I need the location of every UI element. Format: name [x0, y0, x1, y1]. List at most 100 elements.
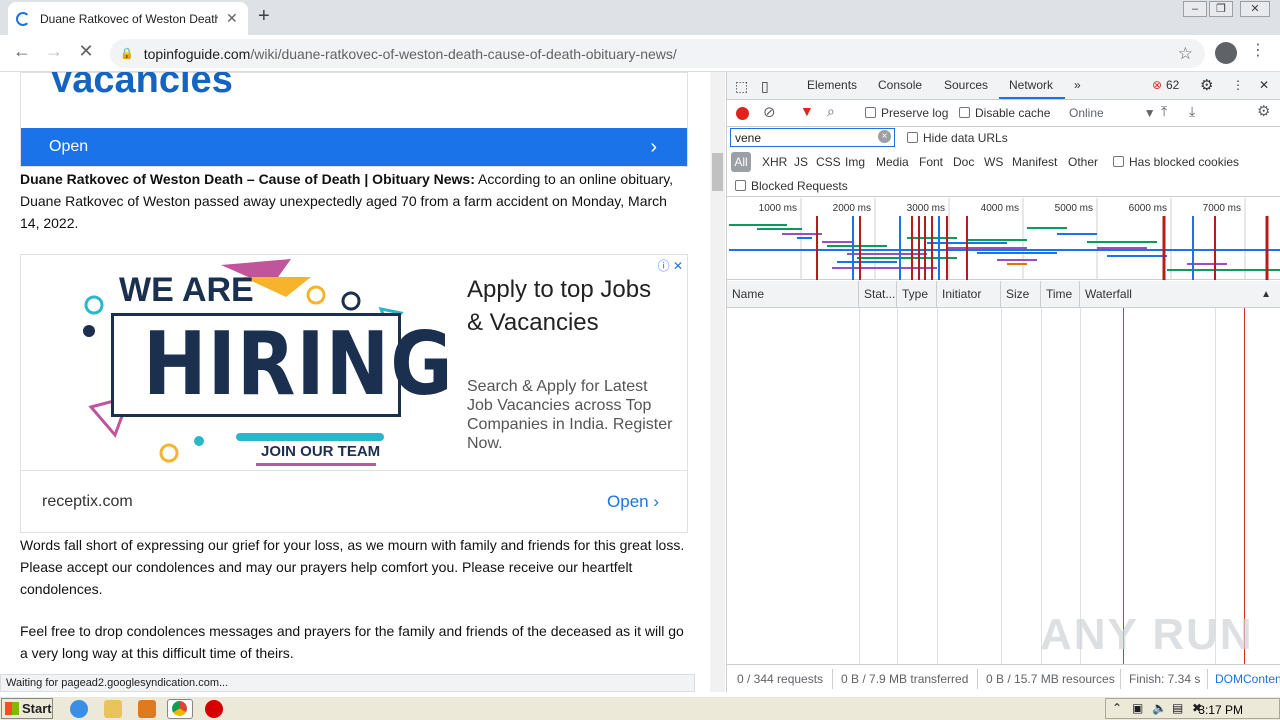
- windows-logo-icon: [5, 702, 19, 715]
- type-filter-img[interactable]: Img: [845, 155, 865, 169]
- ie-icon[interactable]: [70, 700, 88, 718]
- settings-gear-icon[interactable]: ⚙: [1200, 76, 1213, 94]
- maximize-button[interactable]: ❐: [1209, 1, 1233, 17]
- col-waterfall[interactable]: Waterfall ▲: [1080, 281, 1280, 308]
- col-size[interactable]: Size: [1001, 281, 1041, 308]
- more-tabs-icon[interactable]: »: [1074, 78, 1081, 92]
- tab-console[interactable]: Console: [878, 78, 922, 92]
- type-filter-all[interactable]: All: [731, 152, 751, 172]
- chevron-down-icon: ▼: [1143, 106, 1156, 120]
- stop-button[interactable]: ✕: [74, 41, 98, 62]
- filter-icon[interactable]: ▼: [800, 103, 814, 119]
- anyrun-watermark: ANY RUN: [1040, 610, 1254, 659]
- inspect-element-icon[interactable]: ⬚: [735, 78, 748, 95]
- forward-button[interactable]: →: [42, 41, 66, 62]
- join-team-text: JOIN OUR TEAM: [261, 443, 381, 460]
- type-filter-media[interactable]: Media: [876, 155, 909, 169]
- ad-open-button[interactable]: Open ›: [607, 492, 659, 512]
- export-icon[interactable]: ⤓: [1189, 103, 1195, 120]
- preserve-log-checkbox[interactable]: Preserve log: [865, 106, 948, 120]
- tab-sources[interactable]: Sources: [944, 78, 988, 92]
- address-bar[interactable]: 🔒 topinfoguide.com/wiki/duane-ratkovec-o…: [110, 39, 1205, 68]
- tab-elements[interactable]: Elements: [807, 78, 857, 92]
- tab-network[interactable]: Network: [1009, 78, 1053, 92]
- clock: 3:17 PM: [1198, 703, 1243, 717]
- network-settings-gear-icon[interactable]: ⚙: [1257, 102, 1270, 120]
- type-filter-ws[interactable]: WS: [984, 155, 1003, 169]
- devtools-menu-icon[interactable]: ⋮: [1232, 78, 1244, 92]
- timeline-tick-label: 3000 ms: [907, 203, 945, 214]
- hide-data-urls-checkbox[interactable]: Hide data URLs: [907, 131, 1008, 145]
- type-filter-doc[interactable]: Doc: [953, 155, 974, 169]
- network-summary-bar: 0 / 344 requests 0 B / 7.9 MB transferre…: [727, 664, 1280, 692]
- filter-input[interactable]: vene ×: [730, 128, 895, 147]
- ad-headline[interactable]: Apply to top Jobs & Vacancies: [467, 273, 667, 339]
- hiring-ad[interactable]: ⓘ ✕ WE ARE HIRING JOIN OUR TEAM Apply to…: [20, 254, 688, 533]
- url-domain: topinfoguide.com: [143, 45, 251, 62]
- filter-bar: vene × Hide data URLs All XHR JS CSS Img…: [727, 127, 1280, 197]
- ad-open-bar[interactable]: Open ›: [21, 128, 687, 166]
- windows-taskbar: Start ⌃ ▣ 🔈 ▤ ✖ 3:17 PM: [0, 696, 1280, 720]
- clear-filter-icon[interactable]: ×: [878, 130, 891, 143]
- device-toolbar-icon[interactable]: ▯: [761, 78, 769, 95]
- col-type[interactable]: Type: [897, 281, 937, 308]
- bookmark-star-icon[interactable]: ☆: [1178, 44, 1193, 64]
- tab-close-icon[interactable]: ✕: [226, 10, 238, 27]
- search-icon[interactable]: ⌕: [827, 103, 835, 120]
- col-waterfall-label: Waterfall: [1085, 287, 1132, 301]
- col-time[interactable]: Time: [1041, 281, 1080, 308]
- preserve-log-label: Preserve log: [881, 106, 949, 120]
- ad-brand-text: Vacancies: [49, 72, 233, 101]
- close-window-button[interactable]: ✕: [1240, 1, 1270, 17]
- import-icon[interactable]: ⤒: [1161, 103, 1167, 120]
- record-icon[interactable]: [736, 107, 749, 120]
- type-filter-font[interactable]: Font: [919, 155, 943, 169]
- lock-icon: 🔒: [120, 48, 134, 60]
- warning-app-icon[interactable]: [205, 700, 223, 718]
- col-status[interactable]: Stat...: [859, 281, 897, 308]
- new-tab-button[interactable]: +: [258, 5, 270, 28]
- network-tray-icon[interactable]: ▣: [1132, 701, 1143, 715]
- type-filter-js[interactable]: JS: [794, 155, 808, 169]
- throttle-select[interactable]: Online ▼: [1069, 106, 1156, 120]
- browser-tab[interactable]: Duane Ratkovec of Weston Death – ✕: [8, 2, 248, 35]
- profile-avatar[interactable]: [1215, 42, 1237, 64]
- error-icon[interactable]: ⊗: [1152, 78, 1162, 92]
- throttle-value: Online: [1069, 106, 1104, 120]
- close-devtools-icon[interactable]: ✕: [1259, 78, 1269, 92]
- col-initiator[interactable]: Initiator: [937, 281, 1001, 308]
- type-filter-other[interactable]: Other: [1068, 155, 1098, 169]
- col-name[interactable]: Name: [727, 281, 859, 308]
- media-player-icon[interactable]: [138, 700, 156, 718]
- loading-spinner-icon: [16, 11, 30, 26]
- timeline-overview[interactable]: 1000 ms 2000 ms 3000 ms 4000 ms 5000 ms 6000 …: [727, 198, 1280, 280]
- sort-ascending-icon: ▲: [1261, 289, 1271, 300]
- browser-menu-icon[interactable]: ⋮: [1250, 40, 1266, 60]
- volume-icon[interactable]: 🔈: [1152, 701, 1167, 715]
- type-filter-xhr[interactable]: XHR: [762, 155, 787, 169]
- blocked-requests-checkbox[interactable]: Blocked Requests: [735, 179, 848, 193]
- requests-count: 0 / 344 requests: [737, 672, 824, 686]
- type-filter-manifest[interactable]: Manifest: [1012, 155, 1057, 169]
- scrollbar-thumb[interactable]: [712, 153, 723, 191]
- we-are-text: WE ARE: [119, 271, 254, 309]
- has-blocked-cookies-checkbox[interactable]: Has blocked cookies: [1113, 155, 1239, 169]
- start-button[interactable]: Start: [1, 698, 53, 719]
- display-tray-icon[interactable]: ▤: [1172, 701, 1183, 715]
- hide-data-urls-label: Hide data URLs: [923, 131, 1008, 145]
- top-ad[interactable]: Vacancies Open ›: [20, 72, 688, 167]
- type-filter-css[interactable]: CSS: [816, 155, 841, 169]
- back-button[interactable]: ←: [10, 41, 34, 62]
- ad-info-icon[interactable]: ⓘ ✕: [658, 257, 683, 274]
- timeline-tick-label: 2000 ms: [833, 203, 871, 214]
- ad-domain[interactable]: receptix.com: [42, 493, 133, 511]
- minimize-button[interactable]: –: [1183, 1, 1207, 17]
- clear-icon[interactable]: ⊘: [763, 103, 776, 121]
- has-blocked-cookies-label: Has blocked cookies: [1129, 155, 1240, 169]
- explorer-folder-icon[interactable]: [104, 700, 122, 718]
- tray-expand-icon[interactable]: ⌃: [1112, 701, 1122, 715]
- intro-bold: Duane Ratkovec of Weston Death – Cause o…: [20, 171, 475, 187]
- disable-cache-checkbox[interactable]: Disable cache: [959, 106, 1050, 120]
- finish-time: Finish: 7.34 s: [1129, 672, 1201, 686]
- timeline-tick-label: 5000 ms: [1055, 203, 1093, 214]
